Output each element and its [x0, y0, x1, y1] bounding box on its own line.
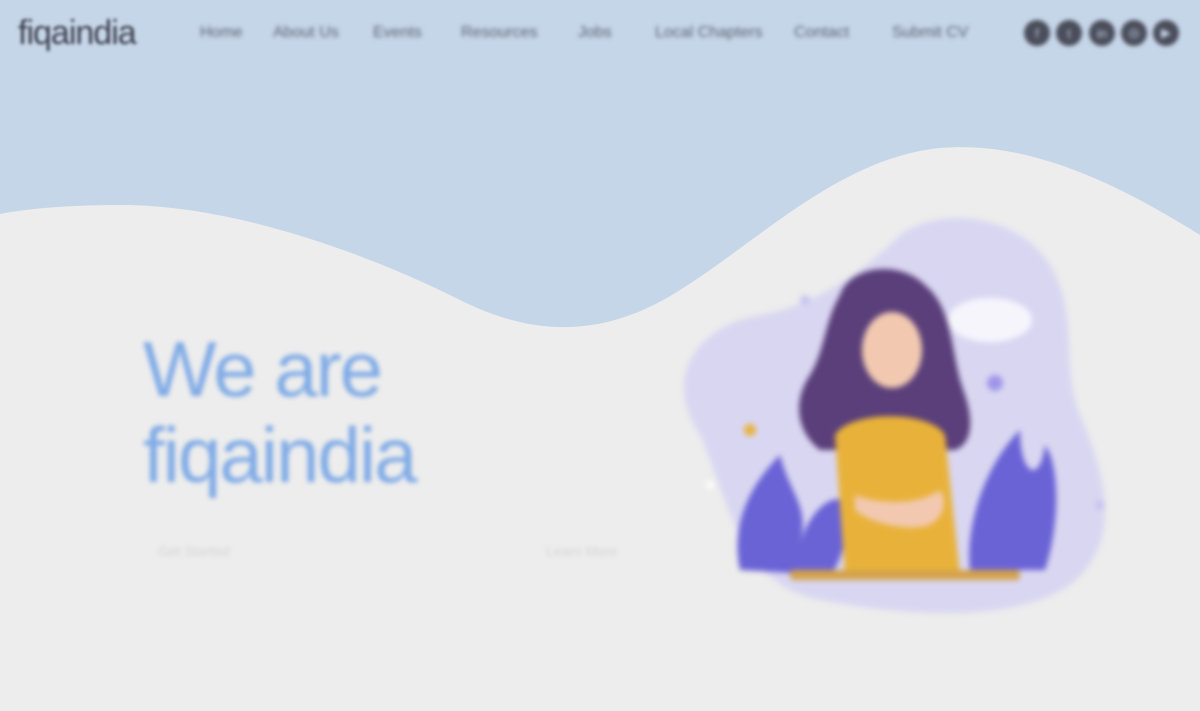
face	[862, 312, 922, 388]
nav-item-about[interactable]: About Us	[273, 24, 339, 42]
nav-item-jobs[interactable]: Jobs	[578, 24, 612, 42]
hero-title-line-2: fiqaindia	[143, 411, 418, 499]
sparkle-3	[800, 295, 810, 305]
linkedin-icon[interactable]: in	[1089, 20, 1115, 46]
nav-item-contact[interactable]: Contact	[794, 24, 849, 42]
hero-title: We are fiqaindia	[143, 325, 418, 499]
nav-item-home[interactable]: Home	[200, 24, 243, 42]
nav-item-events[interactable]: Events	[373, 24, 422, 42]
hero-title-line-1: We are	[143, 325, 383, 413]
instagram-icon[interactable]: ◎	[1121, 20, 1147, 46]
sparkle-4	[706, 481, 714, 489]
sparkle-1	[744, 424, 756, 436]
nav-item-resources[interactable]: Resources	[461, 24, 537, 42]
youtube-icon[interactable]: ▶	[1153, 20, 1179, 46]
twitter-icon[interactable]: t	[1056, 20, 1082, 46]
speech-bubble	[948, 298, 1032, 342]
facebook-icon[interactable]: f	[1024, 20, 1050, 46]
site-logo[interactable]: fiqaindia	[18, 14, 137, 53]
hero-illustration	[683, 218, 1105, 614]
nav-item-submit-cv[interactable]: Submit CV	[892, 24, 968, 42]
nav-item-chapters[interactable]: Local Chapters	[655, 24, 763, 42]
sparkle-5	[1095, 500, 1105, 510]
ground	[790, 570, 1020, 580]
get-started-button[interactable]: Get Started	[158, 543, 230, 559]
learn-more-button[interactable]: Learn More	[546, 543, 618, 559]
sparkle-2	[987, 375, 1003, 391]
site-header: fiqaindia Home About Us Events Resources…	[0, 0, 1200, 68]
